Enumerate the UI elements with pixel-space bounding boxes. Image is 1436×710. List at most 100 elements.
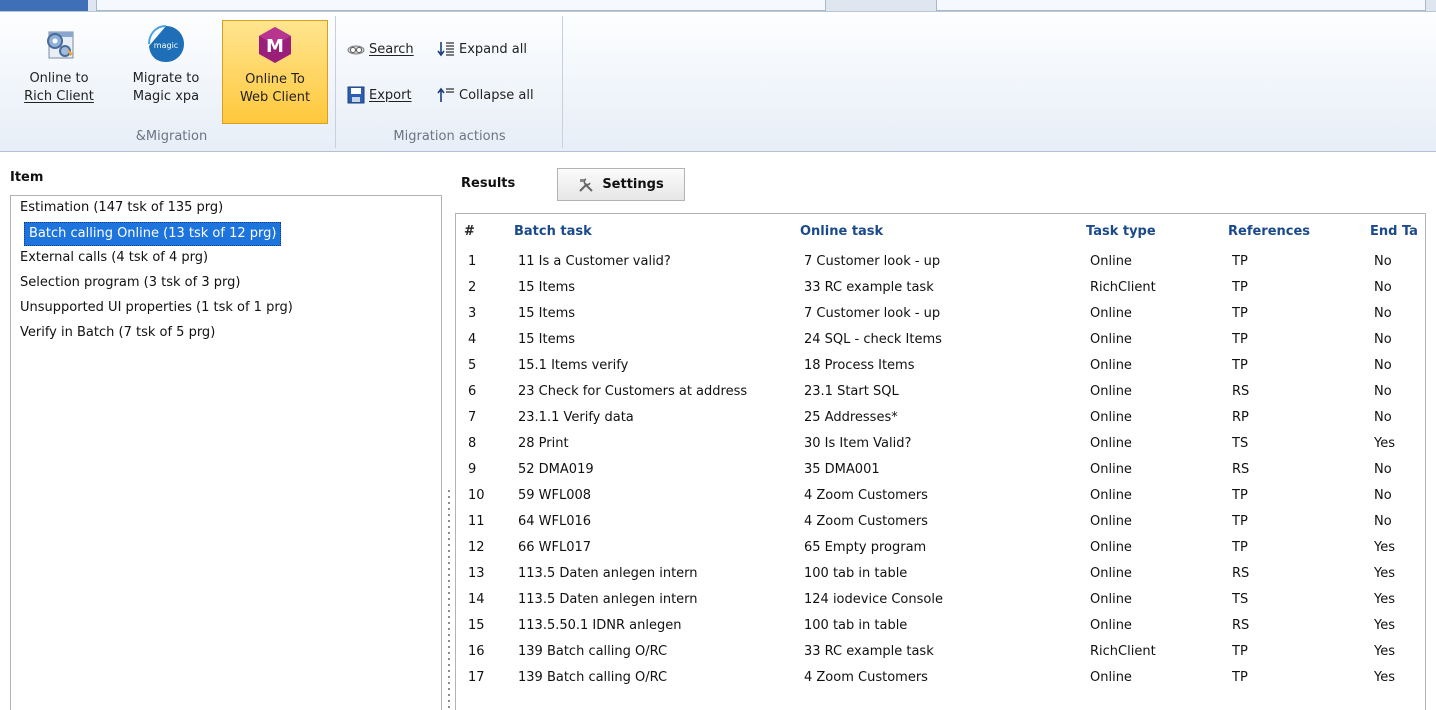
table-cell: 23.1 Start SQL (804, 383, 899, 399)
document-tab-2[interactable] (936, 0, 1426, 11)
table-row[interactable]: 5 15.1 Items verify 18 Process Items Online… (456, 352, 1425, 378)
table-cell: 15 Items (518, 279, 576, 295)
table-cell: 23 Check for Customers at address (518, 383, 748, 399)
table-cell: Online (1090, 617, 1132, 633)
table-row[interactable]: 16 139 Batch calling O/RC 33 RC example ta… (456, 638, 1425, 664)
list-item[interactable]: Selection program (3 tsk of 3 prg) (16, 272, 244, 296)
table-cell: No (1374, 357, 1392, 373)
item-panel-title: Item (10, 170, 44, 185)
migration-actions-group-label: Migration actions (393, 129, 506, 144)
table-cell: Online (1090, 383, 1132, 399)
table-row[interactable]: 1 11 Is a Customer valid? 7 Customer look … (456, 248, 1425, 274)
column-header[interactable]: End Ta (1360, 214, 1425, 248)
list-item[interactable]: Unsupported UI properties (1 tsk of 1 pr… (16, 297, 297, 321)
table-cell: Online (1090, 669, 1132, 685)
table-cell: 5 (468, 357, 477, 373)
table-row[interactable]: 7 23.1.1 Verify data 25 Addresses* Online RP… (456, 404, 1425, 430)
migrate-to-magic-label-1: Migrate to (132, 71, 200, 86)
table-cell: Yes (1374, 643, 1395, 659)
table-row[interactable]: 6 23 Check for Customers at address 23.1 S… (456, 378, 1425, 404)
table-cell: RP (1232, 409, 1249, 425)
online-to-rich-client-label-1: Online to (29, 71, 89, 86)
expand-all-button[interactable]: Expand all (437, 36, 527, 62)
table-cell: Online (1090, 565, 1132, 581)
table-cell: Online (1090, 539, 1132, 555)
table-cell: 3 (468, 305, 477, 321)
table-cell: 10 (468, 487, 485, 503)
search-glasses-icon (347, 45, 365, 55)
settings-button[interactable]: Settings (557, 168, 685, 201)
export-label: Export (369, 87, 412, 103)
table-cell: No (1374, 253, 1392, 269)
table-cell: 113.5 Daten anlegen intern (518, 591, 698, 607)
results-grid: # Batch task Online task Task type Refer… (455, 213, 1426, 710)
list-item[interactable]: Verify in Batch (7 tsk of 5 prg) (16, 322, 219, 346)
save-disk-icon (347, 86, 365, 104)
table-cell: 18 Process Items (804, 357, 915, 373)
table-row[interactable]: 12 66 WFL017 65 Empty program Online TP Yes (456, 534, 1425, 560)
table-cell: Yes (1374, 435, 1395, 451)
table-cell: TS (1232, 591, 1249, 607)
table-cell: RS (1232, 383, 1250, 399)
table-cell: 11 (468, 513, 485, 529)
title-tab-strip (0, 0, 1436, 12)
svg-text:M: M (266, 36, 284, 57)
search-button[interactable]: Search (347, 36, 414, 62)
table-cell: RichClient (1090, 279, 1156, 295)
table-cell: 33 RC example task (804, 643, 934, 659)
table-row[interactable]: 13 113.5 Daten anlegen intern 100 tab in t… (456, 560, 1425, 586)
online-to-web-client-button[interactable]: M Online To Web Client (222, 20, 328, 124)
column-header[interactable]: References (1218, 214, 1360, 248)
online-to-web-client-label-2: Web Client (239, 90, 311, 105)
search-label: Search (369, 41, 414, 57)
table-row[interactable]: 10 59 WFL008 4 Zoom Customers Online TP No (456, 482, 1425, 508)
table-cell: Online (1090, 409, 1132, 425)
table-row[interactable]: 9 52 DMA019 35 DMA001 Online RS No (456, 456, 1425, 482)
table-cell: 14 (468, 591, 485, 607)
table-cell: 139 Batch calling O/RC (518, 669, 668, 685)
table-cell: 100 tab in table (804, 617, 908, 633)
panel-splitter[interactable] (446, 490, 452, 710)
table-row[interactable]: 14 113.5 Daten anlegen intern 124 iodevice… (456, 586, 1425, 612)
list-item-selected[interactable]: Batch calling Online (13 tsk of 12 prg) (24, 222, 282, 246)
table-cell: 9 (468, 461, 477, 477)
table-cell: No (1374, 409, 1392, 425)
settings-label: Settings (602, 177, 664, 192)
online-to-rich-client-button[interactable]: Online to Rich Client (10, 20, 108, 124)
table-row[interactable]: 17 139 Batch calling O/RC 4 Zoom Customers… (456, 664, 1425, 690)
app-menu-tab[interactable] (0, 0, 88, 11)
table-cell: No (1374, 331, 1392, 347)
table-row[interactable]: 4 15 Items 24 SQL - check Items Online TP No (456, 326, 1425, 352)
table-cell: TP (1232, 643, 1248, 659)
table-cell: TP (1232, 253, 1248, 269)
table-cell: No (1374, 383, 1392, 399)
column-header[interactable]: Online task (790, 214, 1076, 248)
collapse-all-button[interactable]: Collapse all (437, 82, 534, 108)
table-row[interactable]: 2 15 Items 33 RC example task RichClient TP N… (456, 274, 1425, 300)
migrate-to-magic-xpa-button[interactable]: magic Migrate to Magic xpa (114, 20, 218, 124)
column-header[interactable]: Task type (1076, 214, 1218, 248)
table-cell: No (1374, 461, 1392, 477)
list-item[interactable]: Estimation (147 tsk of 135 prg) (16, 197, 227, 221)
table-cell: Online (1090, 435, 1132, 451)
online-to-web-client-label-1: Online To (245, 72, 305, 87)
table-cell: 6 (468, 383, 477, 399)
table-row[interactable]: 11 64 WFL016 4 Zoom Customers Online TP No (456, 508, 1425, 534)
table-cell: Yes (1374, 591, 1395, 607)
column-header[interactable]: Batch task (504, 214, 790, 248)
table-cell: Online (1090, 591, 1132, 607)
table-cell: TP (1232, 513, 1248, 529)
list-item[interactable]: External calls (4 tsk of 4 prg) (16, 247, 212, 271)
table-row[interactable]: 8 28 Print 30 Is Item Valid? Online TS Yes (456, 430, 1425, 456)
table-cell: RS (1232, 461, 1250, 477)
table-header-row: # Batch task Online task Task type Refer… (456, 214, 1425, 248)
gear-window-icon (47, 31, 74, 59)
export-button[interactable]: Export (347, 82, 412, 108)
table-cell: Yes (1374, 617, 1395, 633)
table-row[interactable]: 3 15 Items 7 Customer look - up Online TP No (456, 300, 1425, 326)
results-title: Results (461, 176, 516, 191)
table-cell: 24 SQL - check Items (804, 331, 942, 347)
column-header[interactable]: # (456, 214, 504, 248)
document-tab-1[interactable] (96, 0, 826, 11)
table-row[interactable]: 15 113.5.50.1 IDNR anlegen 100 tab in tabl… (456, 612, 1425, 638)
